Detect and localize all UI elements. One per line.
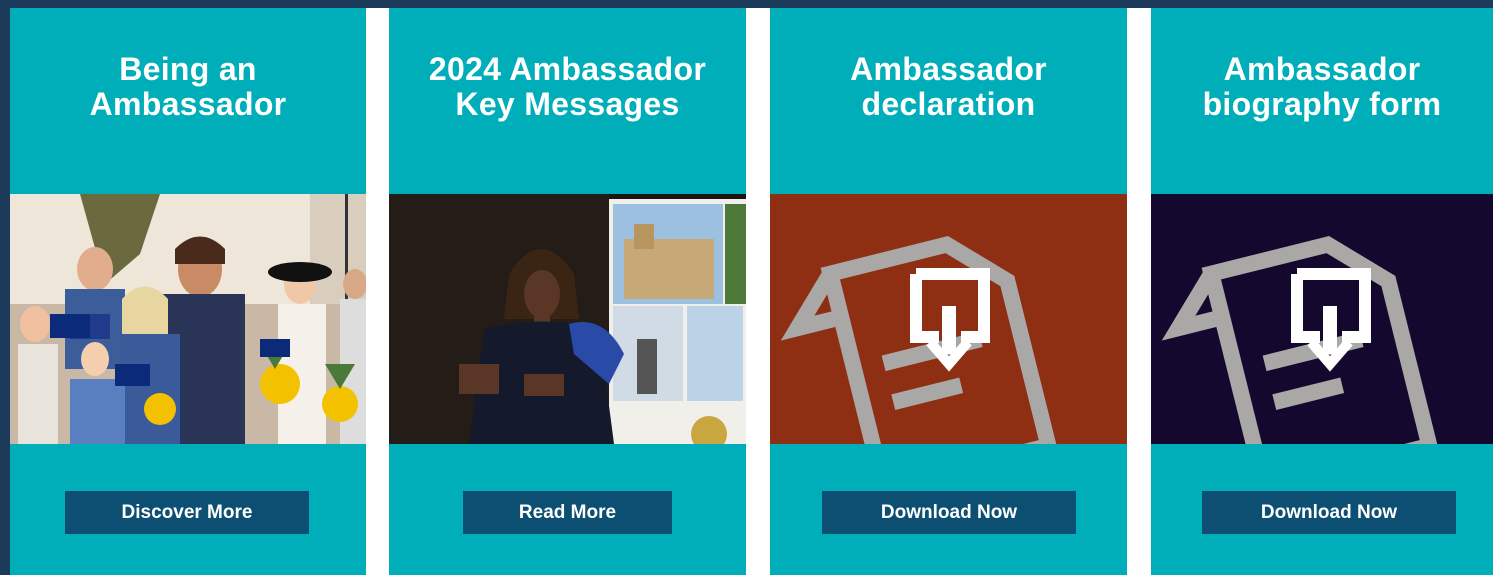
card-title-line: Ambassador [850, 51, 1047, 87]
page-frame-left [0, 0, 10, 575]
card-being-an-ambassador: Being an Ambassador Discover More [10, 8, 366, 575]
card-title: Being an Ambassador [10, 52, 366, 122]
card-ambassador-declaration: Ambassador declaration Download Now [770, 8, 1127, 575]
read-more-button[interactable]: Read More [463, 491, 672, 534]
card-title-line: 2024 Ambassador [428, 51, 707, 87]
card-title-line: declaration [861, 86, 1036, 122]
card-title: 2024 Ambassador Key Messages [389, 52, 746, 122]
card-title-line: Ambassador [1223, 51, 1421, 87]
card-2024-ambassador-key-messages: 2024 Ambassador Key Messages Read More [389, 8, 746, 575]
card-ambassador-biography-form: Ambassador biography form Download Now [1151, 8, 1493, 575]
document-download-icon [770, 194, 1127, 444]
download-declaration-button[interactable]: Download Now [822, 491, 1076, 534]
page-frame-top [0, 0, 1493, 8]
card-title: Ambassador biography form [1151, 52, 1493, 122]
card-title-line: Being an [119, 51, 257, 87]
discover-more-button[interactable]: Discover More [65, 491, 309, 534]
card-title: Ambassador declaration [770, 52, 1127, 122]
card-title-line: biography form [1202, 86, 1442, 122]
citizenship-ceremony-photo [10, 194, 366, 444]
card-title-line: Ambassador [89, 86, 287, 122]
speaker-on-stage-photo [389, 194, 746, 444]
download-biography-form-button[interactable]: Download Now [1202, 491, 1456, 534]
card-title-line: Key Messages [455, 86, 680, 122]
document-download-icon [1151, 194, 1493, 444]
